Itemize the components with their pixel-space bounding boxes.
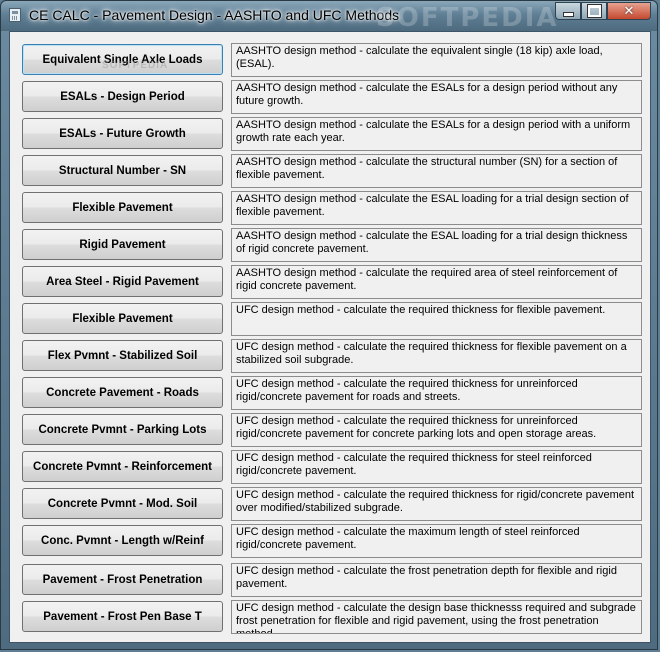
list-item: Concrete Pvmnt - Parking Lots UFC design… xyxy=(22,413,644,447)
list-item: Concrete Pvmnt - Reinforcement UFC desig… xyxy=(22,450,644,484)
close-icon: ✕ xyxy=(623,3,635,19)
rigid-pavement-button[interactable]: Rigid Pavement xyxy=(22,229,223,260)
description-box: UFC design method - calculate the design… xyxy=(231,600,642,634)
area-steel-rigid-button[interactable]: Area Steel - Rigid Pavement xyxy=(22,266,223,297)
button-label: Pavement - Frost Pen Base T xyxy=(43,610,202,623)
button-label: Concrete Pvmnt - Reinforcement xyxy=(33,460,212,473)
button-label: Flexible Pavement xyxy=(72,201,173,214)
concrete-parking-lots-button[interactable]: Concrete Pvmnt - Parking Lots xyxy=(22,414,223,445)
description-box: UFC design method - calculate the requir… xyxy=(231,450,642,484)
length-with-reinforcement-button[interactable]: Conc. Pvmnt - Length w/Reinf xyxy=(22,525,223,556)
description-box: AASHTO design method - calculate the req… xyxy=(231,265,642,299)
main-window: CE CALC - Pavement Design - AASHTO and U… xyxy=(0,0,658,650)
concrete-roads-button[interactable]: Concrete Pavement - Roads xyxy=(22,377,223,408)
minimize-icon xyxy=(562,11,574,17)
button-label: ESALs - Future Growth xyxy=(59,127,186,140)
list-item: Rigid Pavement AASHTO design method - ca… xyxy=(22,228,644,262)
list-item: Concrete Pvmnt - Mod. Soil UFC design me… xyxy=(22,487,644,521)
esals-design-period-button[interactable]: ESALs - Design Period xyxy=(22,81,223,112)
list-item: Pavement - Frost Pen Base T UFC design m… xyxy=(22,600,644,634)
description-box: AASHTO design method - calculate the ESA… xyxy=(231,191,642,225)
description-box: AASHTO design method - calculate the ESA… xyxy=(231,228,642,262)
flexible-pavement-ufc-button[interactable]: Flexible Pavement xyxy=(22,303,223,334)
button-label: Area Steel - Rigid Pavement xyxy=(46,275,199,288)
description-box: AASHTO design method - calculate the equ… xyxy=(231,43,642,77)
button-label: Concrete Pavement - Roads xyxy=(46,386,199,399)
concrete-mod-soil-button[interactable]: Concrete Pvmnt - Mod. Soil xyxy=(22,488,223,519)
minimize-button[interactable] xyxy=(555,2,581,20)
close-button[interactable]: ✕ xyxy=(607,2,651,20)
list-item: Flexible Pavement UFC design method - ca… xyxy=(22,302,644,336)
concrete-reinforcement-button[interactable]: Concrete Pvmnt - Reinforcement xyxy=(22,451,223,482)
title-bar[interactable]: CE CALC - Pavement Design - AASHTO and U… xyxy=(1,1,657,33)
list-item: Structural Number - SN AASHTO design met… xyxy=(22,154,644,188)
button-label: Flex Pvmnt - Stabilized Soil xyxy=(47,349,198,362)
description-box: UFC design method - calculate the requir… xyxy=(231,339,642,373)
list-item: Pavement - Frost Penetration UFC design … xyxy=(22,563,644,597)
description-box: UFC design method - calculate the requir… xyxy=(231,302,642,336)
list-item: Area Steel - Rigid Pavement AASHTO desig… xyxy=(22,265,644,299)
structural-number-button[interactable]: Structural Number - SN xyxy=(22,155,223,186)
button-label: Rigid Pavement xyxy=(79,238,166,251)
list-item: Flex Pvmnt - Stabilized Soil UFC design … xyxy=(22,339,644,373)
maximize-button[interactable] xyxy=(581,2,607,20)
list-item: ESALs - Future Growth AASHTO design meth… xyxy=(22,117,644,151)
description-box: AASHTO design method - calculate the str… xyxy=(231,154,642,188)
description-box: AASHTO design method - calculate the ESA… xyxy=(231,117,642,151)
button-label: Concrete Pvmnt - Parking Lots xyxy=(38,423,207,436)
description-box: UFC design method - calculate the requir… xyxy=(231,487,642,521)
calculator-icon[interactable] xyxy=(9,8,21,22)
button-label: ESALs - Design Period xyxy=(60,90,185,103)
description-box: UFC design method - calculate the requir… xyxy=(231,413,642,447)
frost-pen-base-button[interactable]: Pavement - Frost Pen Base T xyxy=(22,601,223,632)
description-box: AASHTO design method - calculate the ESA… xyxy=(231,80,642,114)
description-box: UFC design method - calculate the maximu… xyxy=(231,524,642,558)
list-item: ESALs - Design Period AASHTO design meth… xyxy=(22,80,644,114)
list-item: Conc. Pvmnt - Length w/Reinf UFC design … xyxy=(22,524,644,558)
description-box: UFC design method - calculate the requir… xyxy=(231,376,642,410)
list-item: Concrete Pavement - Roads UFC design met… xyxy=(22,376,644,410)
flex-stabilized-soil-button[interactable]: Flex Pvmnt - Stabilized Soil xyxy=(22,340,223,371)
list-item: Equivalent Single Axle Loads SOFTPEDIA A… xyxy=(22,43,644,77)
button-label: Conc. Pvmnt - Length w/Reinf xyxy=(41,534,204,547)
button-overlay-watermark: SOFTPEDIA xyxy=(102,60,169,71)
button-label: Pavement - Frost Penetration xyxy=(42,573,203,586)
flexible-pavement-aashto-button[interactable]: Flexible Pavement xyxy=(22,192,223,223)
watermark: SOFTPEDIA xyxy=(376,3,559,33)
button-label: Structural Number - SN xyxy=(58,164,187,177)
esals-future-growth-button[interactable]: ESALs - Future Growth xyxy=(22,118,223,149)
calculator-list: Equivalent Single Axle Loads SOFTPEDIA A… xyxy=(9,31,651,643)
description-box: UFC design method - calculate the frost … xyxy=(231,563,642,597)
frost-penetration-button[interactable]: Pavement - Frost Penetration xyxy=(22,564,223,595)
list-item: Flexible Pavement AASHTO design method -… xyxy=(22,191,644,225)
button-label: Concrete Pvmnt - Mod. Soil xyxy=(47,497,198,510)
caption-buttons: ✕ xyxy=(555,2,651,21)
button-label: Flexible Pavement xyxy=(72,312,173,325)
maximize-icon xyxy=(586,4,602,18)
window-title: CE CALC - Pavement Design - AASHTO and U… xyxy=(29,7,400,23)
